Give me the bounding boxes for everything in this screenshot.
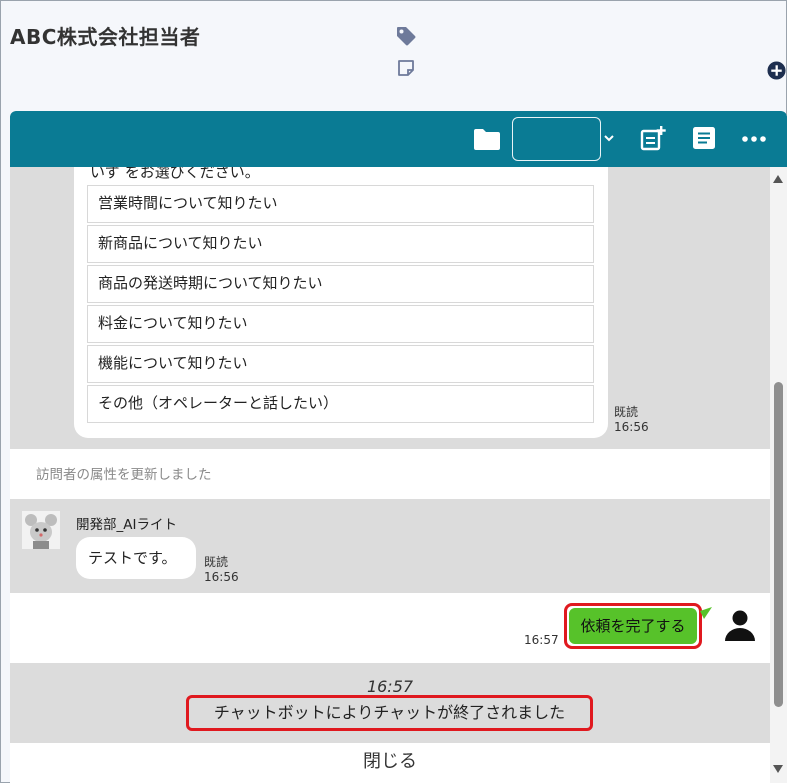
user-message-row: 16:57 依頼を完了する [10,593,770,663]
message-list[interactable]: いず をお選びください。 営業時間について知りたい 新商品について知りたい 商品… [10,167,770,783]
bot-message-meta: 既読 16:56 [614,405,649,435]
list-icon[interactable] [692,126,716,150]
page-title: ABC株式会社担当者 [10,25,201,49]
folder-icon[interactable] [473,127,501,151]
chat-panel: いず をお選びください。 営業時間について知りたい 新商品について知りたい 商品… [10,111,787,783]
bot-avatar-icon [22,511,60,549]
new-note-icon[interactable] [640,125,666,151]
chat-window: ABC株式会社担当者 いず をお選びください。 営業時間について知りたい 新商品… [0,0,787,783]
option-business-hours[interactable]: 営業時間について知りたい [87,185,594,223]
agent-message-meta: 既読 16:56 [204,555,239,585]
bubble-tail [700,607,712,619]
chat-toolbar [10,111,787,167]
scroll-up-icon[interactable] [773,175,783,183]
end-time: 16:57 [366,677,414,696]
plus-circle-icon[interactable] [767,61,786,80]
agent-message-bubble: テストです。 [76,537,196,579]
user-message-highlight: 依頼を完了する [564,603,702,649]
tag-icon[interactable] [395,25,417,47]
bot-message-text: いず をお選びください。 [90,167,260,181]
message-time: 16:56 [204,570,239,584]
read-label: 既読 [614,405,639,419]
scrollbar-thumb[interactable] [774,382,783,707]
bot-message-row: いず をお選びください。 営業時間について知りたい 新商品について知りたい 商品… [10,167,770,449]
agent-name: 開発部_AIライト [76,517,177,533]
option-new-products[interactable]: 新商品について知りたい [87,225,594,263]
chevron-down-icon[interactable] [603,132,615,144]
chat-end-notice: 16:57 チャットボットによりチャットが終了されました [10,663,770,743]
toolbar-select[interactable] [512,117,601,161]
more-icon[interactable] [742,135,766,143]
close-button[interactable]: 閉じる [10,747,770,773]
complete-request-button[interactable]: 依頼を完了する [569,608,697,644]
message-time: 16:56 [614,420,649,434]
system-message-text: 訪問者の属性を更新しました [36,467,212,483]
option-shipping-timing[interactable]: 商品の発送時期について知りたい [87,265,594,303]
scroll-down-icon[interactable] [773,765,783,773]
chat-ended-message: チャットボットによりチャットが終了されました [186,695,593,731]
user-avatar-icon [721,605,759,643]
option-other-operator[interactable]: その他（オペレーターと話したい） [87,385,594,423]
read-label: 既読 [204,555,229,569]
message-time: 16:57 [524,633,559,647]
option-features[interactable]: 機能について知りたい [87,345,594,383]
option-pricing[interactable]: 料金について知りたい [87,305,594,343]
system-message-row: 訪問者の属性を更新しました [10,449,770,499]
sticky-note-icon[interactable] [397,59,415,77]
vertical-scrollbar[interactable] [770,167,787,783]
close-row: 閉じる [10,743,770,783]
agent-message-row: 開発部_AIライト テストです。 既読 16:56 [10,499,770,593]
